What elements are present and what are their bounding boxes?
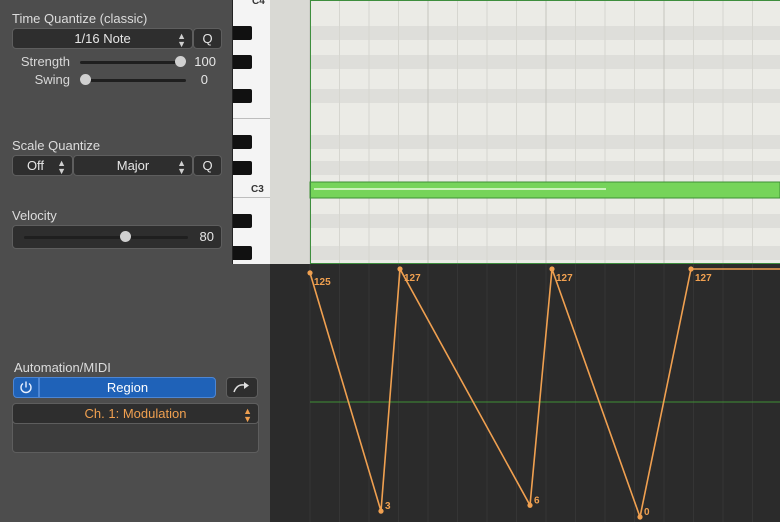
black-key[interactable] [233,135,252,149]
updown-chevron-icon: ▲ ▼ [243,406,252,424]
automation-mode-button[interactable]: Region [39,377,216,398]
key-label-c4: C4 [252,0,265,7]
automation-point[interactable] [378,508,384,514]
black-key[interactable] [233,55,252,69]
swing-slider[interactable] [80,79,186,82]
pre-region-area [270,0,310,264]
time-quantize-select[interactable]: 1/16 Note ▲ ▼ [12,28,193,49]
automation-inspector: Automation/MIDI Region Ch. 1: Modulation… [0,264,270,522]
automation-point-label: 6 [534,495,540,506]
scale-type-select[interactable]: Major ▲ ▼ [73,155,193,176]
automation-parameter-select[interactable]: Ch. 1: Modulation ▲ ▼ [12,403,259,424]
updown-chevron-icon: ▲ ▼ [177,158,186,176]
automation-power-button[interactable] [13,377,39,398]
automation-title: Automation/MIDI [14,360,111,375]
key-label-c3: C3 [251,184,264,195]
strength-value[interactable]: 100 [190,54,216,69]
updown-chevron-icon: ▲ ▼ [177,31,186,49]
midi-region-border [310,0,780,264]
strength-label: Strength [20,54,70,69]
time-quantize-value: 1/16 Note [74,31,131,46]
curve-arrow-icon [233,381,249,392]
swing-label: Swing [34,72,70,87]
automation-point-label: 0 [644,507,650,518]
automation-mode-label: Region [106,380,149,395]
automation-curve-button[interactable] [226,377,258,398]
velocity-title: Velocity [12,208,57,223]
white-key-divider [233,197,271,198]
automation-point[interactable] [397,266,403,272]
power-icon [20,381,32,394]
strength-slider[interactable] [80,61,186,64]
time-quantize-title: Time Quantize (classic) [12,11,148,26]
automation-point[interactable] [549,266,555,272]
scale-root-select[interactable]: Off ▲ ▼ [12,155,73,176]
automation-point-label: 127 [404,273,421,284]
black-key[interactable] [233,89,252,103]
time-quantize-q-button[interactable]: Q [193,28,222,49]
automation-lane[interactable]: 125 3 127 6 127 0 127 [270,264,780,522]
automation-point-label: 125 [314,277,331,288]
automation-line [309,266,780,520]
black-key[interactable] [233,214,252,228]
updown-chevron-icon: ▲ ▼ [57,158,66,176]
automation-point[interactable] [307,270,313,276]
black-key[interactable] [233,246,252,260]
scale-type-value: Major [116,158,150,173]
q-label: Q [202,158,213,173]
white-key-divider [233,118,271,119]
automation-point-label: 127 [556,273,573,284]
automation-parameter-value: Ch. 1: Modulation [84,406,187,421]
automation-point[interactable] [688,266,694,272]
automation-curve[interactable]: 125 3 127 6 127 0 127 [270,264,780,522]
scale-quantize-q-button[interactable]: Q [193,155,222,176]
swing-slider-knob[interactable] [80,74,91,85]
black-key[interactable] [233,161,252,175]
piano-keyboard[interactable]: C4 C3 [232,0,271,264]
automation-point[interactable] [527,502,533,508]
automation-point-label: 3 [385,501,391,512]
swing-value[interactable]: 0 [190,72,208,87]
velocity-value[interactable]: 80 [190,229,214,244]
automation-point-label: 127 [695,273,712,284]
automation-point[interactable] [637,514,643,520]
scale-quantize-title: Scale Quantize [12,138,101,153]
region-inspector: Time Quantize (classic) 1/16 Note ▲ ▼ Q S… [0,0,232,264]
q-label: Q [202,31,213,46]
scale-root-value: Off [26,158,45,173]
velocity-slider[interactable] [24,236,188,239]
strength-slider-knob[interactable] [175,56,186,67]
black-key[interactable] [233,26,252,40]
